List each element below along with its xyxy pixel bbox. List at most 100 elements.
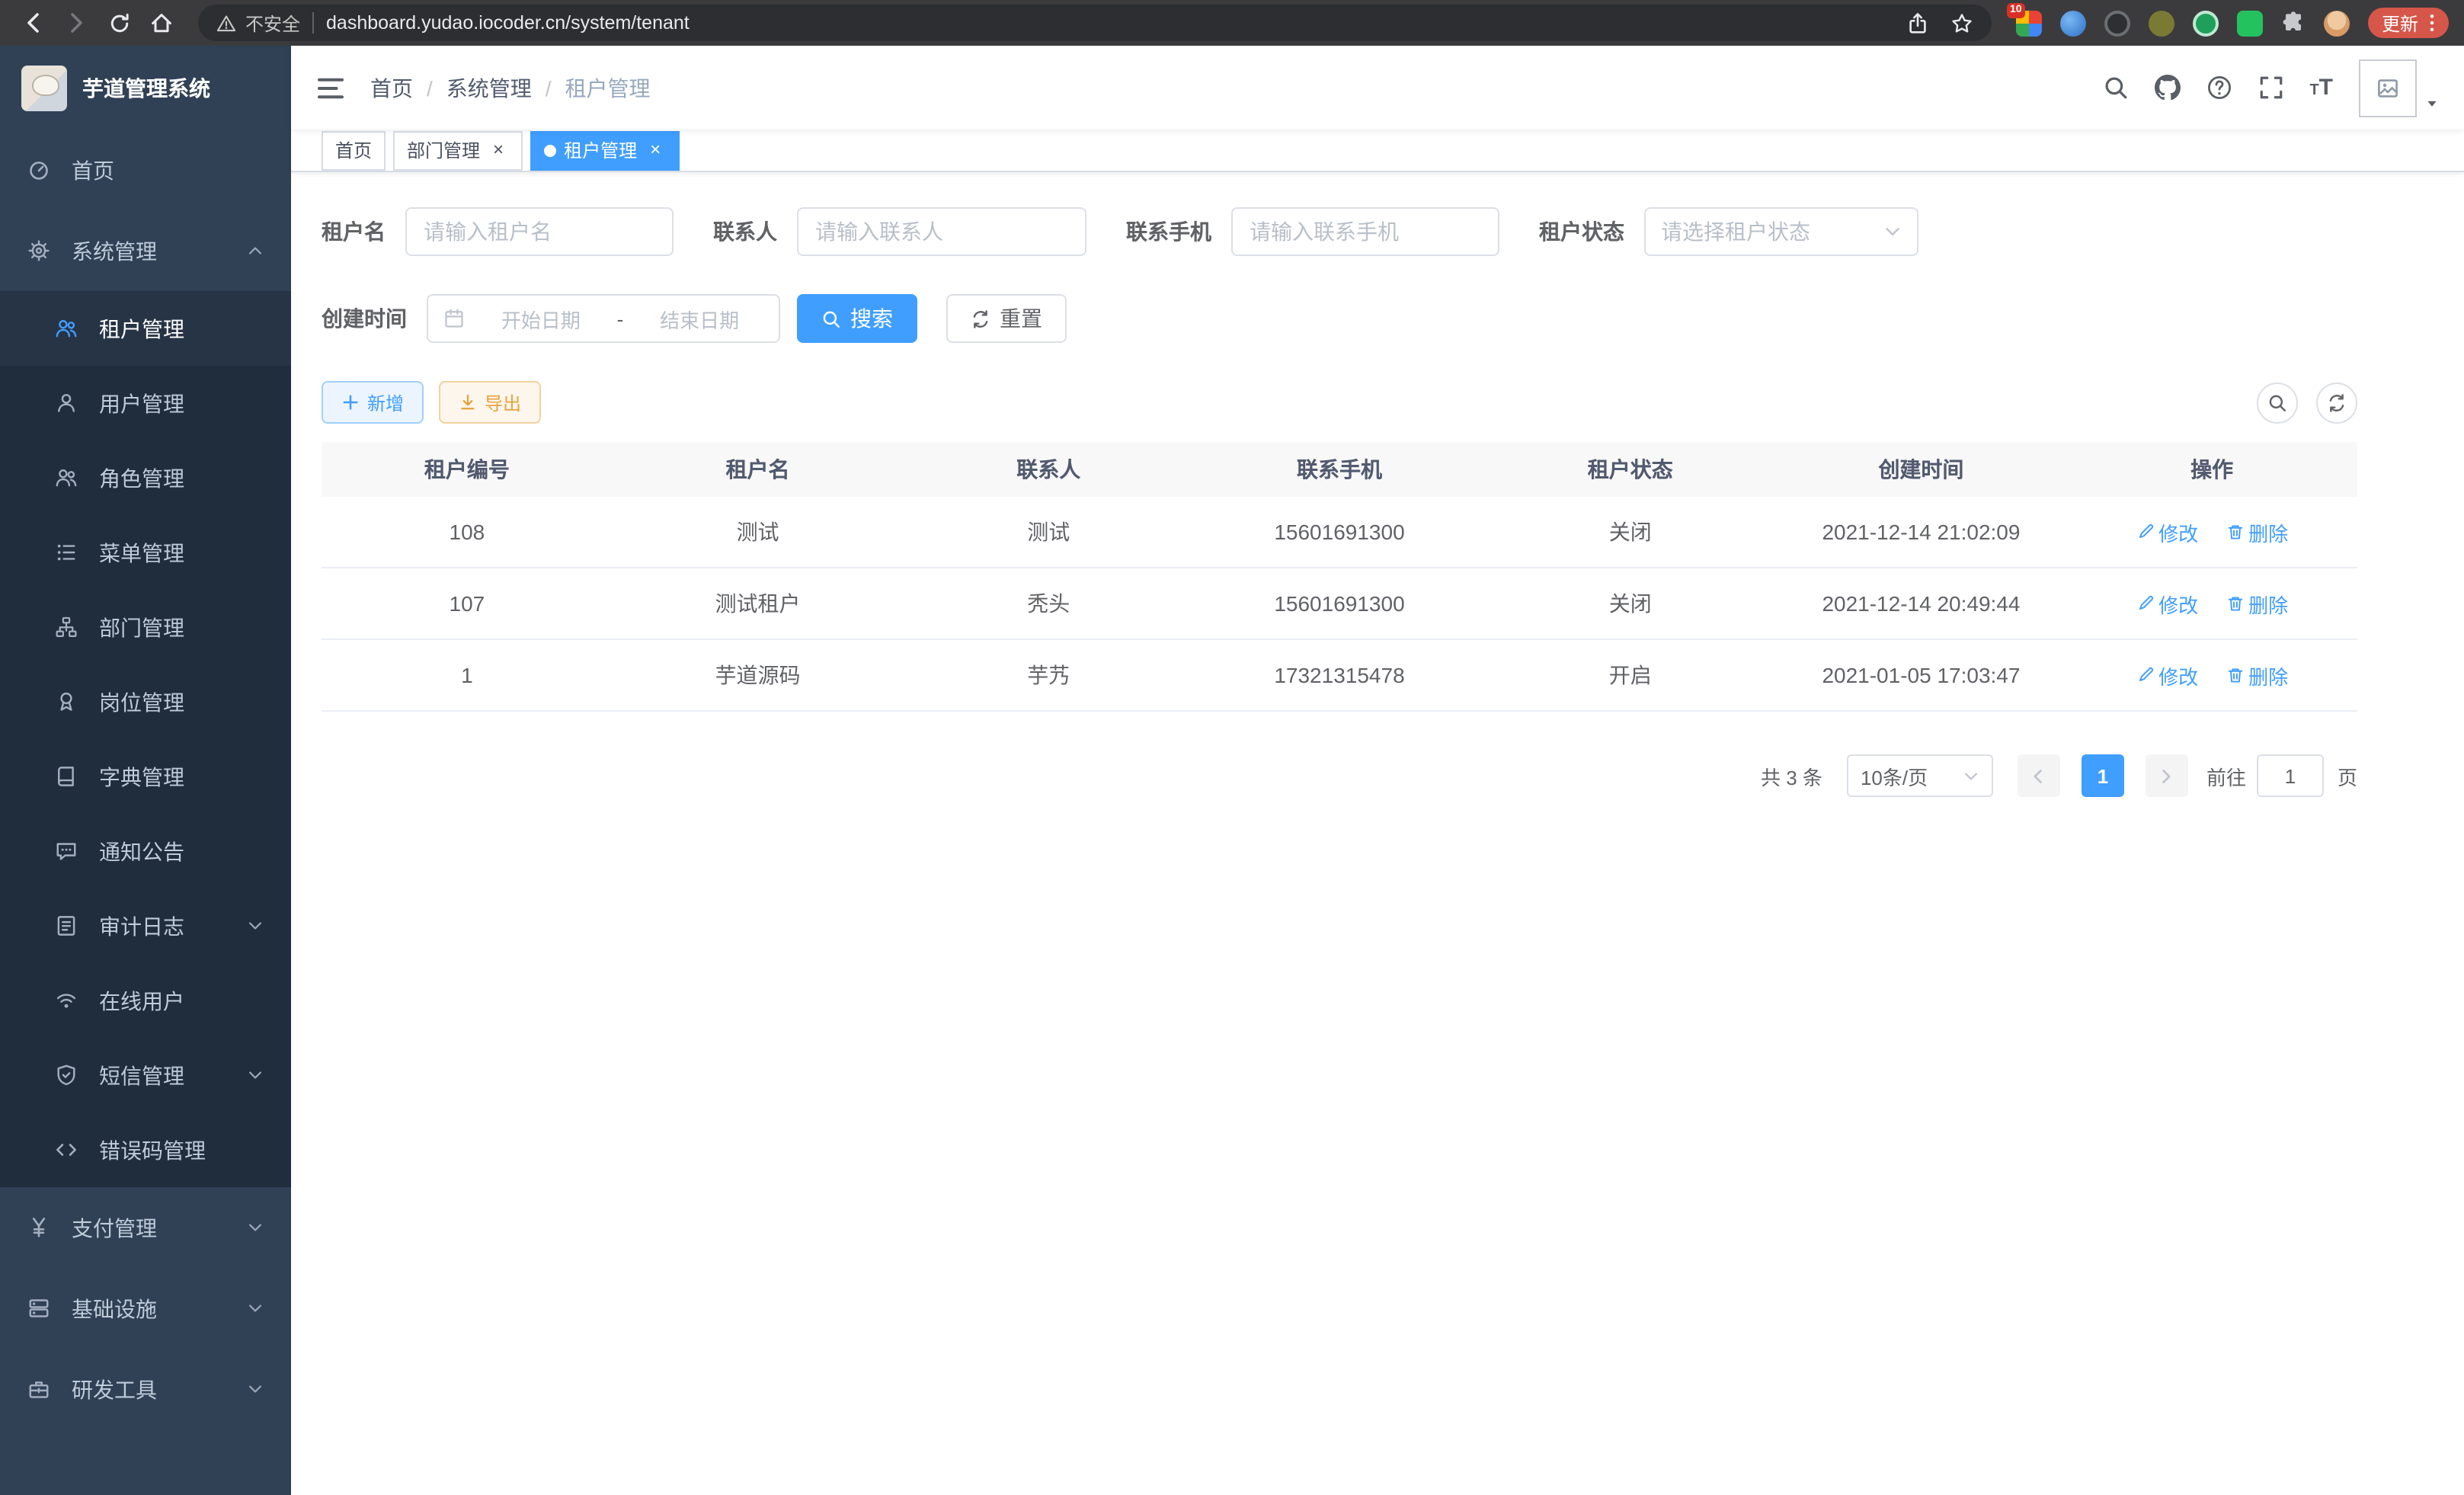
delete-link[interactable]: 删除 <box>2226 517 2288 546</box>
page-number-button[interactable]: 1 <box>2082 754 2124 797</box>
user-menu[interactable] <box>2359 59 2440 117</box>
cell-phone: 17321315478 <box>1194 663 1485 687</box>
sidebar-item-dict[interactable]: 字典管理 <box>0 739 291 814</box>
font-size-icon[interactable]: TT <box>2309 76 2333 99</box>
chevron-down-icon <box>247 917 264 934</box>
pagination-total: 共 3 条 <box>1761 761 1822 790</box>
user-icon <box>55 392 78 415</box>
chevron-down-icon <box>247 1300 264 1317</box>
phone-input[interactable] <box>1231 207 1499 256</box>
extension-icon[interactable] <box>2193 10 2219 36</box>
tenant-name-input[interactable] <box>405 207 674 256</box>
sidebar-item-tenant[interactable]: 租户管理 <box>0 291 291 366</box>
goto-page-input[interactable] <box>2257 754 2324 797</box>
chevron-down-icon <box>1883 222 1902 241</box>
delete-link[interactable]: 删除 <box>2226 589 2288 618</box>
toggle-search-button[interactable] <box>2257 382 2298 423</box>
browser-update-button[interactable]: 更新 <box>2368 8 2449 38</box>
breadcrumb-item[interactable]: 首页 <box>370 72 413 103</box>
sidebar-item-role[interactable]: 角色管理 <box>0 440 291 515</box>
extension-icon[interactable] <box>2104 10 2130 36</box>
next-page-button[interactable] <box>2146 754 2188 797</box>
sidebar-item-notice[interactable]: 通知公告 <box>0 814 291 888</box>
sidebar-group-pay[interactable]: 支付管理 <box>0 1187 291 1268</box>
sms-icon <box>55 1064 78 1087</box>
pay-icon <box>27 1216 50 1239</box>
sidebar-item-dept[interactable]: 部门管理 <box>0 590 291 664</box>
sidebar-item-menu[interactable]: 菜单管理 <box>0 515 291 590</box>
fullscreen-icon[interactable] <box>2258 75 2283 101</box>
page-content: 租户名 联系人 联系手机 租户状态 请选择租户状态 <box>291 172 2464 1495</box>
close-icon[interactable]: × <box>645 140 666 160</box>
edit-link[interactable]: 修改 <box>2136 517 2198 546</box>
sidebar-item-user[interactable]: 用户管理 <box>0 366 291 440</box>
tab-label: 租户管理 <box>564 137 637 163</box>
reload-button[interactable] <box>101 5 137 41</box>
delete-link-label: 删除 <box>2248 517 2288 546</box>
reset-button[interactable]: 重置 <box>946 294 1067 343</box>
caret-down-icon <box>2424 95 2440 110</box>
extensions-puzzle-icon[interactable] <box>2281 11 2306 35</box>
extension-icon[interactable]: 10 <box>2016 10 2042 36</box>
page-size-value: 10条/页 <box>1861 761 1957 790</box>
logo[interactable]: 芋道管理系统 <box>0 46 291 130</box>
sidebar-item-home[interactable]: 首页 <box>0 130 291 210</box>
tenant-name-label: 租户名 <box>322 216 386 247</box>
add-button[interactable]: 新增 <box>322 381 424 424</box>
edit-link-label: 修改 <box>2158 589 2198 618</box>
address-bar[interactable]: 不安全 dashboard.yudao.iocoder.cn/system/te… <box>198 5 1992 41</box>
calendar-icon <box>443 308 465 329</box>
breadcrumb-item[interactable]: 系统管理 <box>446 72 532 103</box>
sidebar-item-label: 用户管理 <box>99 388 184 418</box>
sidebar-toggle-icon[interactable] <box>315 72 346 103</box>
extension-icon[interactable] <box>2149 10 2174 36</box>
refresh-table-button[interactable] <box>2316 382 2357 423</box>
export-button[interactable]: 导出 <box>439 381 541 424</box>
logo-image <box>21 65 67 110</box>
status-select[interactable]: 请选择租户状态 <box>1644 207 1918 256</box>
sidebar-group-system[interactable]: 系统管理 <box>0 210 291 291</box>
tab-home[interactable]: 首页 <box>322 130 386 170</box>
avatar[interactable] <box>2359 59 2417 117</box>
page-size-select[interactable]: 10条/页 <box>1847 754 1993 797</box>
breadcrumb-separator: / <box>546 75 552 100</box>
bookmark-star-icon[interactable] <box>1950 11 1973 34</box>
sidebar-item-label: 短信管理 <box>99 1060 184 1090</box>
chevron-left-icon <box>2030 767 2047 784</box>
edit-link[interactable]: 修改 <box>2136 661 2198 690</box>
search-icon[interactable] <box>2102 75 2128 101</box>
chevron-down-icon <box>1963 767 1979 784</box>
sidebar-group-devtool[interactable]: 研发工具 <box>0 1349 291 1429</box>
cell-created: 2021-01-05 17:03:47 <box>1776 663 2067 687</box>
sidebar-item-sms[interactable]: 短信管理 <box>0 1038 291 1112</box>
cell-created: 2021-12-14 21:02:09 <box>1776 520 2067 544</box>
contact-input[interactable] <box>797 207 1086 256</box>
edit-link[interactable]: 修改 <box>2136 589 2198 618</box>
delete-link[interactable]: 删除 <box>2226 661 2288 690</box>
back-button[interactable] <box>15 5 52 41</box>
cell-contact: 秃头 <box>903 588 1194 619</box>
tab-dept[interactable]: 部门管理 × <box>393 130 523 170</box>
sidebar-item-errorcode[interactable]: 错误码管理 <box>0 1112 291 1187</box>
date-range-picker[interactable]: 开始日期 - 结束日期 <box>427 294 780 343</box>
sidebar-item-online-user[interactable]: 在线用户 <box>0 963 291 1038</box>
help-icon[interactable] <box>2206 75 2232 101</box>
github-icon[interactable] <box>2154 75 2180 101</box>
close-icon[interactable]: × <box>488 140 509 160</box>
search-button[interactable]: 搜索 <box>797 294 917 343</box>
profile-avatar-icon[interactable] <box>2324 10 2350 36</box>
sidebar-item-label: 菜单管理 <box>99 537 184 568</box>
home-button[interactable] <box>143 5 180 41</box>
extension-icon[interactable] <box>2060 10 2086 36</box>
security-chip[interactable]: 不安全 <box>216 10 300 36</box>
table-row: 107 测试租户 秃头 15601691300 关闭 2021-12-14 20… <box>322 568 2357 640</box>
extension-icon[interactable] <box>2237 10 2263 36</box>
sidebar-item-audit-log[interactable]: 审计日志 <box>0 888 291 963</box>
sidebar-item-post[interactable]: 岗位管理 <box>0 664 291 739</box>
sidebar-group-label: 基础设施 <box>72 1293 157 1324</box>
tab-tenant[interactable]: 租户管理 × <box>530 130 680 170</box>
forward-button[interactable] <box>58 5 94 41</box>
prev-page-button[interactable] <box>2018 754 2060 797</box>
sidebar-group-infra[interactable]: 基础设施 <box>0 1268 291 1349</box>
share-icon[interactable] <box>1906 11 1929 34</box>
